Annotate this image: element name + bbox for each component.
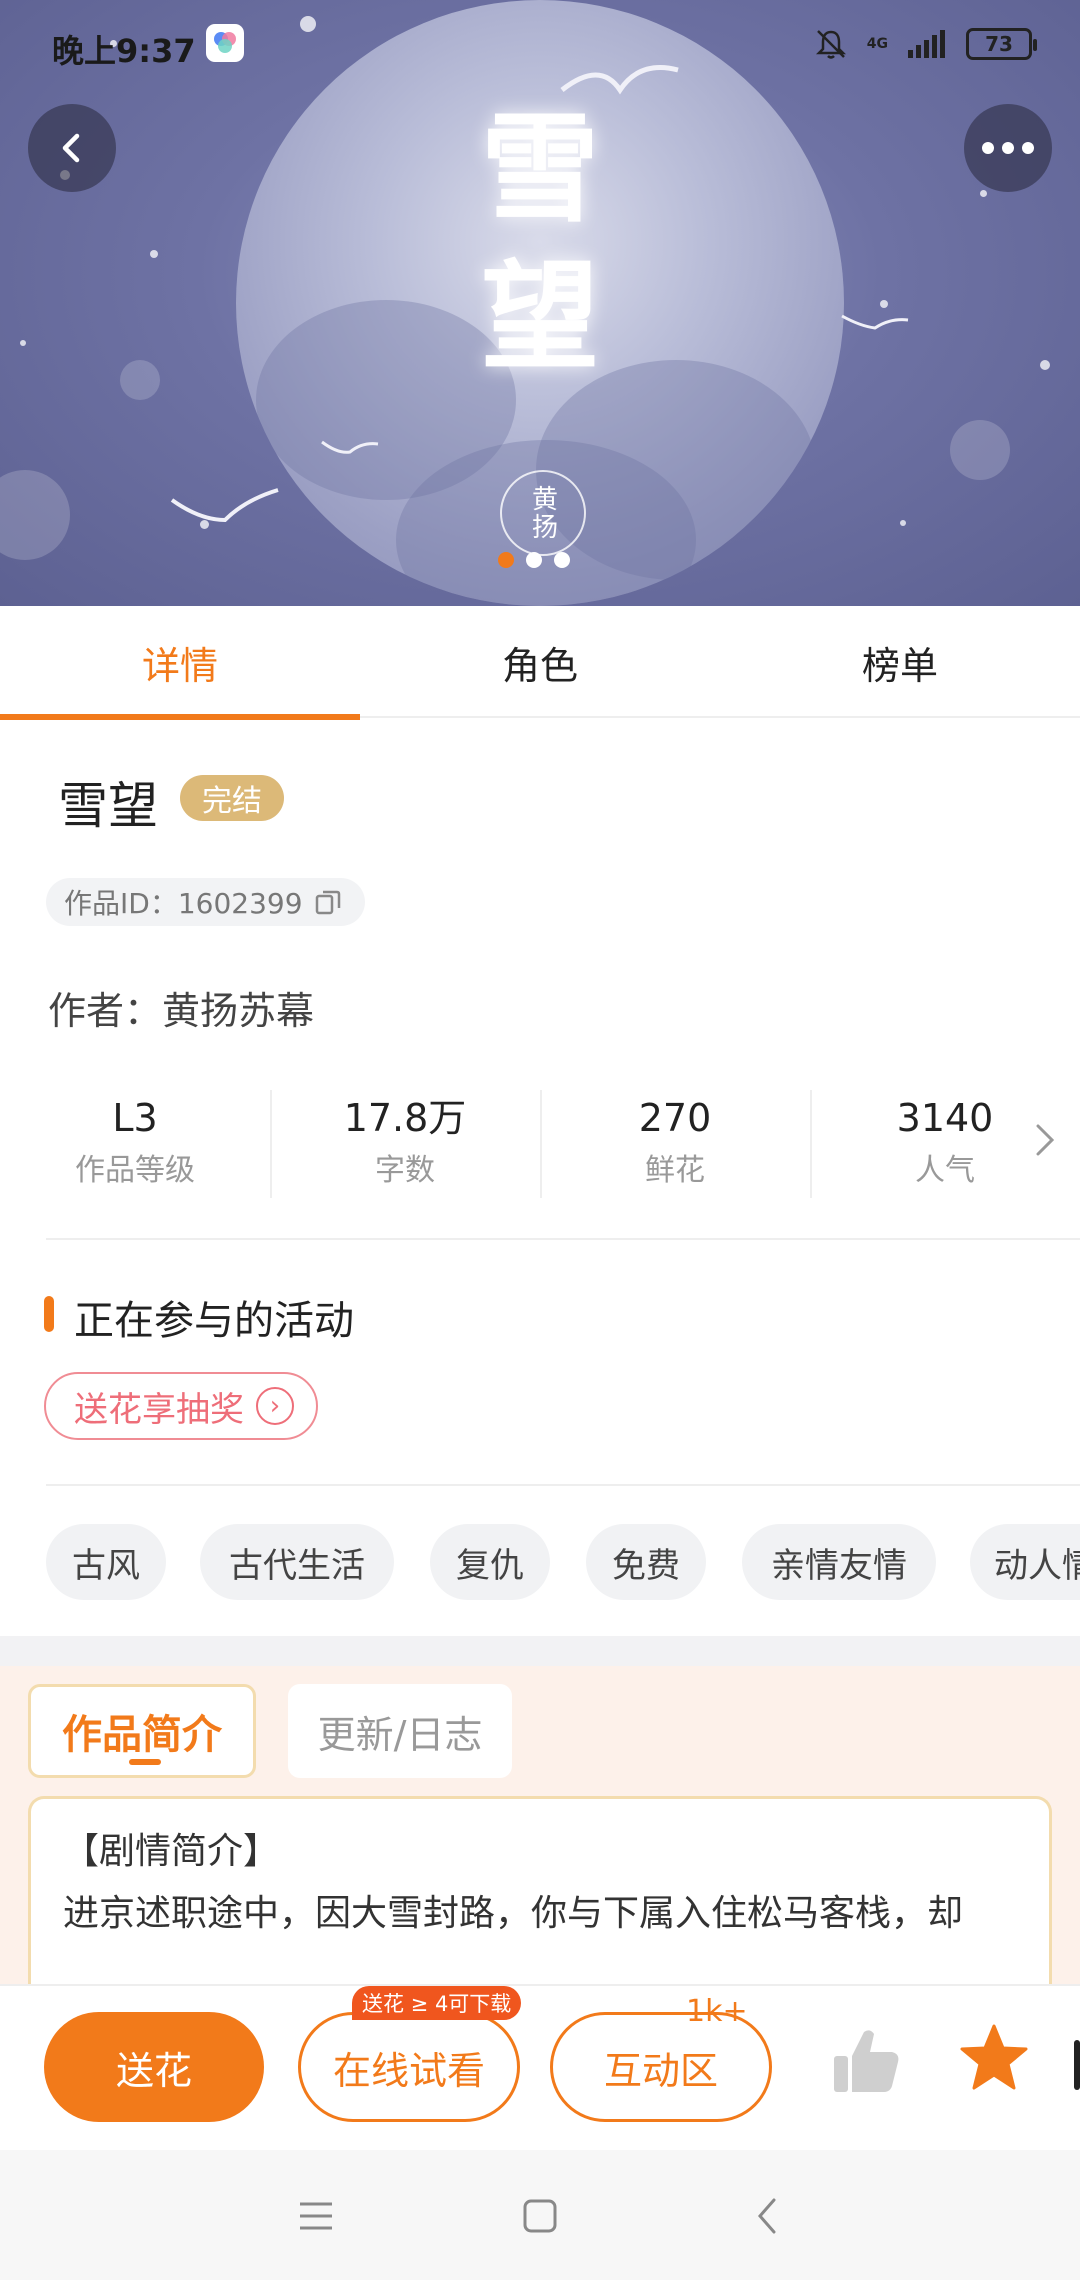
activity-flower-lottery[interactable]: 送花享抽奖 › [44, 1372, 318, 1440]
menu-icon [300, 2202, 332, 2230]
poster-title: 雪望 [480, 99, 599, 386]
overflow-indicator [1074, 2040, 1080, 2090]
work-id-copy[interactable]: 作品ID：1602399 [46, 878, 365, 926]
tag[interactable]: 动人情 [970, 1524, 1080, 1600]
tag[interactable]: 免费 [586, 1524, 706, 1600]
chevron-right-icon: › [256, 1387, 294, 1425]
stat-label: 字数 [375, 1153, 435, 1188]
intro-heading: 【剧情简介】 [63, 1831, 280, 1872]
snowflake [150, 250, 158, 258]
stat-value: L3 [112, 1096, 158, 1140]
stat-label: 作品等级 [75, 1153, 195, 1188]
activity-label: 送花享抽奖 [74, 1389, 244, 1430]
tab-update-log[interactable]: 更新/日志 [288, 1684, 512, 1778]
interaction-count: 1k+ [686, 1994, 748, 2029]
star-icon[interactable] [958, 2022, 1030, 2094]
carousel-dot[interactable] [526, 552, 542, 568]
copy-icon[interactable] [313, 887, 343, 917]
tag-list: 古风 古代生活 复仇 免费 亲情友情 动人情 [46, 1524, 1080, 1600]
intro-content: 【剧情简介】 进京述职途中，因大雪封路，你与下属入住松马客栈，却 [28, 1796, 1052, 2016]
stat-value: 270 [638, 1096, 712, 1140]
snowflake [900, 520, 906, 526]
section-accent-bar [44, 1296, 54, 1332]
home-nav-button[interactable] [510, 2186, 570, 2246]
menu-nav-button[interactable] [286, 2186, 346, 2246]
work-stats[interactable]: L3 作品等级 17.8万 字数 270 鲜花 3140 人气 [0, 1086, 1080, 1206]
back-icon [62, 133, 80, 163]
mute-bell-icon [815, 30, 846, 59]
stat-word-count: 17.8万 字数 [270, 1086, 540, 1198]
tab-details[interactable]: 详情 [0, 606, 360, 720]
stat-label: 鲜花 [645, 1153, 705, 1188]
section-gap [0, 1636, 1080, 1666]
tab-intro[interactable]: 作品简介 [28, 1684, 256, 1778]
tag[interactable]: 古代生活 [200, 1524, 394, 1600]
tab-rankings[interactable]: 榜单 [720, 606, 1080, 718]
snow-blur [950, 420, 1010, 480]
download-hint-badge: 送花 ≥ 4可下载 [352, 1986, 522, 2020]
carousel-dot[interactable] [498, 552, 514, 568]
trial-read-button[interactable]: 在线试看 [298, 2012, 520, 2122]
snow-blur [0, 470, 70, 560]
tag[interactable]: 古风 [46, 1524, 166, 1600]
status-time: 晚上9:37 [52, 32, 196, 70]
bird-icon [321, 440, 379, 454]
back-button[interactable] [28, 104, 116, 192]
system-nav-bar [0, 2150, 1080, 2280]
tag[interactable]: 复仇 [430, 1524, 550, 1600]
snowflake [1040, 360, 1050, 370]
chevron-right-icon[interactable] [1030, 1116, 1060, 1164]
status-bar: 晚上9:37 4G 73 [0, 0, 1080, 90]
app-notification-icon [206, 24, 244, 62]
divider [46, 1484, 1080, 1486]
signal-icon [908, 30, 945, 58]
detail-tabs: 详情 角色 榜单 [0, 606, 1080, 720]
tab-characters[interactable]: 角色 [360, 606, 720, 718]
send-flower-button[interactable]: 送花 [44, 2012, 264, 2122]
work-id-text: 作品ID：1602399 [64, 887, 303, 920]
stat-flowers: 270 鲜花 [540, 1086, 810, 1198]
stat-level: L3 作品等级 [0, 1086, 270, 1198]
more-icon [982, 142, 1034, 154]
snowflake [980, 190, 987, 197]
network-type: 4G [866, 36, 888, 52]
back-arrow-icon [758, 2198, 776, 2234]
bird-icon [170, 488, 279, 523]
stat-value: 17.8万 [343, 1096, 467, 1140]
intro-text: 进京述职途中，因大雪封路，你与下属入住松马客栈，却 [63, 1893, 964, 1934]
back-nav-button[interactable] [738, 2186, 798, 2246]
hero-banner[interactable]: 雪望 黄扬 [0, 0, 1080, 606]
bird-icon [841, 314, 909, 330]
status-right: 4G 73 [813, 24, 1037, 64]
status-badge: 完结 [180, 775, 284, 821]
bottom-action-bar: 送花 在线试看 送花 ≥ 4可下载 互动区 1k+ [0, 1984, 1080, 2150]
divider [46, 1238, 1080, 1240]
work-title: 雪望 [58, 777, 158, 835]
snow-blur [120, 360, 160, 400]
battery-indicator: 73 [966, 28, 1037, 60]
home-square-icon [523, 2199, 557, 2233]
carousel-dot[interactable] [554, 552, 570, 568]
activities-title: 正在参与的活动 [74, 1298, 354, 1344]
poster-seal: 黄扬 [500, 470, 586, 556]
snowflake [20, 340, 26, 346]
more-button[interactable] [964, 104, 1052, 192]
tag[interactable]: 亲情友情 [742, 1524, 936, 1600]
author-link[interactable]: 作者：黄扬苏幕 [48, 980, 314, 1035]
thumbs-up-icon[interactable] [830, 2026, 902, 2096]
carousel-indicator [498, 552, 570, 568]
